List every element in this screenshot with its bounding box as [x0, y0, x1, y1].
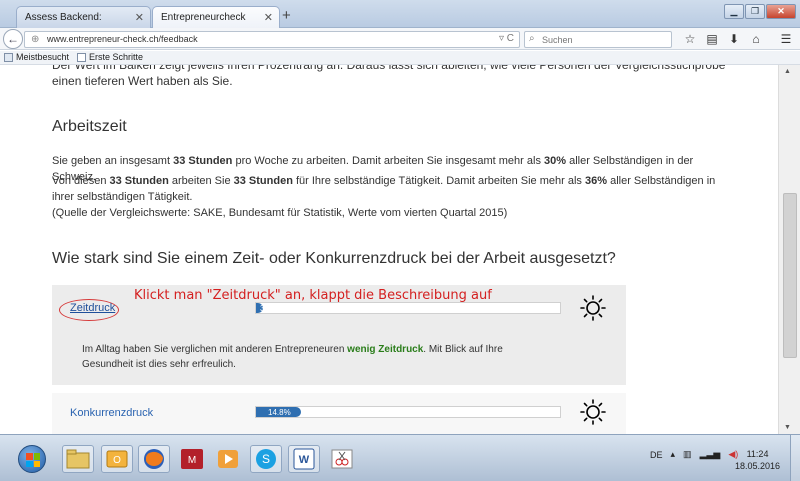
signal-icon[interactable]: ▂▃▅ [700, 449, 721, 460]
tab-label: Assess Backend: [25, 12, 102, 23]
start-button-icon[interactable] [18, 445, 46, 473]
reading-list-icon[interactable]: ▤ [702, 31, 722, 47]
page-content: Der Wert im Balken zeigt jeweils Ihren P… [0, 65, 778, 434]
svg-text:S: S [262, 452, 270, 466]
section-heading-arbeitszeit: Arbeitszeit [52, 118, 127, 135]
scroll-down-icon[interactable]: ▼ [784, 424, 791, 431]
media-player-taskbar-icon[interactable] [212, 445, 244, 473]
zeitdruck-panel: Zeitdruck Klickt man "Zeitdruck" an, kla… [52, 285, 626, 385]
zeitdruck-description: Im Alltag haben Sie verglichen mit ander… [82, 342, 522, 372]
text: arbeiten Sie [168, 175, 234, 187]
text: Von diesen [52, 175, 110, 187]
language-indicator[interactable]: DE [650, 450, 663, 460]
network-icon[interactable]: ▥ [683, 449, 692, 460]
bookmark-star-icon[interactable]: ☆ [680, 31, 700, 47]
tab-bar: Assess Backend: ✕ Entrepreneurcheck ✕ + … [0, 0, 800, 29]
konkurrenzdruck-value: 14.8% [268, 408, 291, 417]
outlook-taskbar-icon[interactable]: O [101, 445, 133, 473]
bookmark-folder-icon [4, 52, 13, 62]
vertical-scrollbar[interactable]: ▲ ▼ [778, 65, 800, 434]
konkurrenzdruck-toggle-link[interactable]: Konkurrenzdruck [70, 407, 153, 419]
system-tray: DE ▴ ▥ ▂▃▅ ◀) [650, 449, 746, 460]
new-tab-icon[interactable]: + [282, 8, 291, 24]
sun-icon [580, 295, 606, 321]
percent-total: 30% [544, 155, 567, 167]
tray-expand-icon[interactable]: ▴ [671, 449, 676, 460]
tab-label: Entrepreneurcheck [161, 12, 246, 23]
svg-text:O: O [113, 455, 121, 466]
search-placeholder: Suchen [542, 35, 573, 45]
zeitdruck-bar: 3.4 [255, 302, 561, 314]
bookmark-label: Meistbesucht [16, 52, 70, 62]
minimize-icon[interactable]: ▁ [724, 4, 744, 19]
system-clock[interactable]: 11:24 18.05.2016 [735, 448, 780, 472]
menu-icon[interactable]: ☰ [776, 31, 796, 47]
text: Sie geben an insgesamt [52, 155, 174, 167]
tab-assess-backend[interactable]: Assess Backend: ✕ [16, 6, 151, 28]
search-input[interactable]: ⌕ Suchen [524, 31, 672, 48]
bookmark-label: Erste Schritte [89, 52, 144, 62]
konkurrenzdruck-panel: Konkurrenzdruck 14.8% [52, 393, 626, 434]
svg-text:M: M [188, 455, 196, 466]
clock-time: 11:24 [746, 449, 769, 459]
text: für Ihre selbständige Tätigkeit. Damit a… [292, 175, 585, 187]
windows-logo-icon [26, 453, 40, 467]
close-tab-icon[interactable]: ✕ [135, 11, 144, 24]
toolbar-icons: ☆ ▤ ⬇ ⌂ ☰ [680, 31, 798, 47]
zeitdruck-toggle-link[interactable]: Zeitdruck [70, 302, 115, 314]
close-window-icon[interactable]: ✕ [766, 4, 796, 19]
text: pro Woche zu arbeiten. Damit arbeiten Si… [232, 155, 544, 167]
bookmark-page-icon [77, 52, 86, 62]
window-controls: ▁ ❐ ✕ [723, 4, 796, 19]
clock-date: 18.05.2016 [735, 461, 781, 471]
konkurrenzdruck-bar: 14.8% [255, 406, 561, 418]
annotation-note: Klickt man "Zeitdruck" an, klappt die Be… [134, 288, 492, 303]
snipping-tool-taskbar-icon[interactable] [326, 445, 358, 473]
text: Im Alltag haben Sie verglichen mit ander… [82, 344, 348, 355]
bookmark-erste-schritte[interactable]: Erste Schritte [77, 52, 143, 62]
scrollbar-thumb[interactable] [783, 193, 797, 358]
hours-self-employed: 33 Stunden [233, 175, 293, 187]
url-text: www.entrepreneur-check.ch/feedback [47, 34, 198, 44]
windows-taskbar: O M S W DE ▴ ▥ ▂▃▅ ◀) 11:24 18.05.2016 [0, 434, 800, 481]
hours-total: 33 Stunden [173, 155, 233, 167]
arbeitszeit-paragraph-2: Von diesen 33 Stunden arbeiten Sie 33 St… [52, 173, 732, 205]
navigation-bar: ← ⊕ www.entrepreneur-check.ch/feedback ▿… [0, 28, 800, 50]
percent-self-employed: 36% [584, 175, 608, 187]
scroll-up-icon[interactable]: ▲ [784, 68, 791, 75]
download-icon[interactable]: ⬇ [724, 31, 744, 47]
question-heading: Wie stark sind Sie einem Zeit- oder Konk… [52, 250, 616, 267]
bookmark-meistbesucht[interactable]: Meistbesucht [4, 52, 69, 62]
home-icon[interactable]: ⌂ [746, 31, 766, 47]
highlight-text: wenig Zeitdruck [347, 344, 424, 355]
sun-icon [580, 399, 606, 425]
word-taskbar-icon[interactable]: W [288, 445, 320, 473]
firefox-taskbar-icon[interactable] [138, 445, 170, 473]
explorer-taskbar-icon[interactable] [62, 445, 94, 473]
tab-entrepreneurcheck[interactable]: Entrepreneurcheck ✕ [152, 6, 280, 29]
search-icon: ⌕ [529, 33, 535, 44]
source-note: (Quelle der Vergleichswerte: SAKE, Bunde… [52, 207, 508, 219]
skype-taskbar-icon[interactable]: S [250, 445, 282, 473]
mendeley-taskbar-icon[interactable]: M [176, 445, 208, 473]
hours-total: 33 Stunden [109, 175, 169, 187]
reload-icon[interactable]: ▿ C [499, 33, 514, 44]
intro-paragraph: Der Wert im Balken zeigt jeweils Ihren P… [52, 65, 726, 88]
site-info-icon[interactable]: ⊕ [31, 34, 39, 45]
zeitdruck-value: 3.4 [260, 304, 272, 313]
bookmarks-toolbar: Meistbesucht Erste Schritte [0, 51, 800, 65]
show-desktop-button[interactable] [790, 435, 800, 481]
close-tab-icon[interactable]: ✕ [264, 11, 273, 24]
back-button-icon[interactable]: ← [3, 29, 23, 49]
svg-text:W: W [299, 454, 310, 466]
maximize-icon[interactable]: ❐ [745, 4, 765, 19]
url-bar[interactable]: ⊕ www.entrepreneur-check.ch/feedback ▿ C [24, 31, 520, 48]
